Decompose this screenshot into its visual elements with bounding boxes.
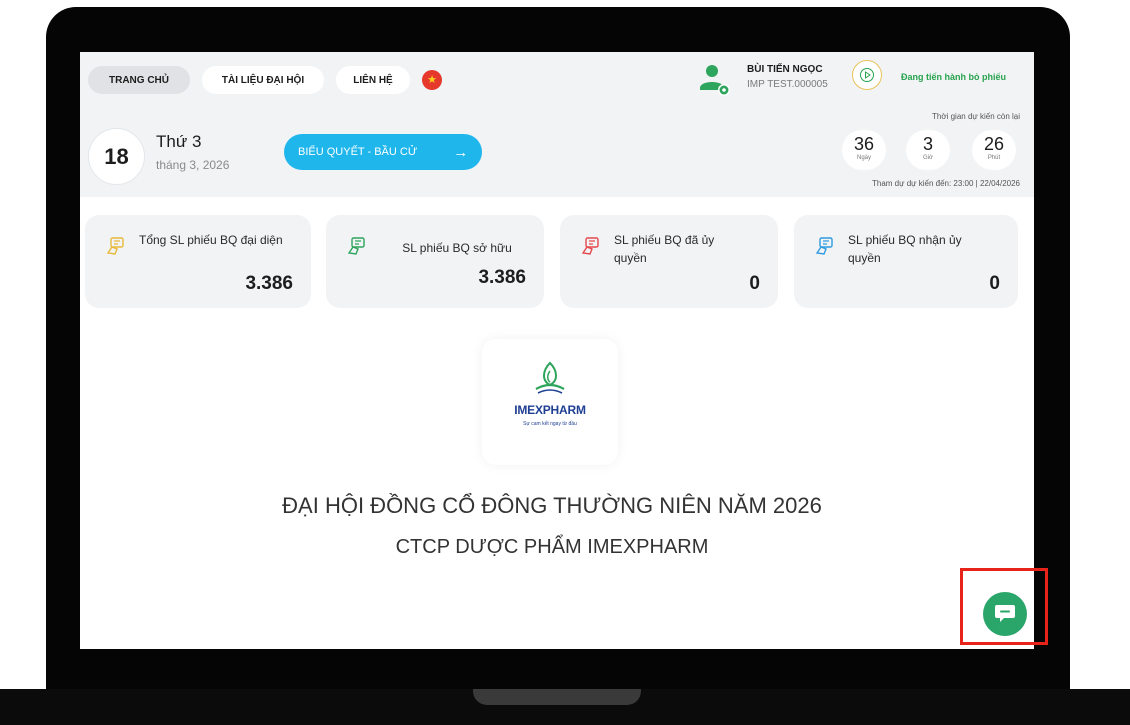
stat-label-total: Tổng SL phiếu BQ đại diện bbox=[139, 233, 283, 247]
play-icon[interactable] bbox=[852, 60, 882, 90]
laptop-notch bbox=[473, 689, 641, 705]
chat-bubble-icon bbox=[995, 605, 1015, 622]
countdown-days-unit: Ngày bbox=[856, 155, 871, 161]
header-panel: TRANG CHỦ TÀI LIỆU ĐẠI HỘI LIÊN HỆ ★ BÙI… bbox=[80, 52, 1034, 197]
countdown-title: Thời gian dự kiến còn lại bbox=[932, 112, 1020, 121]
nav-documents-tab[interactable]: TÀI LIỆU ĐẠI HỘI bbox=[202, 66, 324, 94]
voting-status: Đang tiến hành bỏ phiếu bbox=[901, 72, 1006, 82]
stat-card-received-votes: SL phiếu BQ nhận ủy quyền 0 bbox=[794, 215, 1018, 308]
imexpharm-logo-icon bbox=[535, 361, 565, 394]
countdown-minutes-unit: Phút bbox=[987, 155, 1001, 161]
date-month-year: tháng 3, 2026 bbox=[156, 158, 230, 172]
stat-value-delegated: 0 bbox=[749, 273, 760, 294]
ballot-hand-icon bbox=[106, 237, 124, 255]
stat-label-received: SL phiếu BQ nhận ủy quyền bbox=[848, 233, 962, 265]
nav-home-tab[interactable]: TRANG CHỦ bbox=[88, 66, 190, 94]
vietnam-flag-icon[interactable]: ★ bbox=[422, 70, 442, 90]
stat-value-owned: 3.386 bbox=[478, 267, 526, 288]
user-code: IMP TEST.000005 bbox=[747, 79, 828, 90]
countdown-days-value: 36 bbox=[853, 134, 875, 154]
countdown-minutes: 26 Phút bbox=[972, 130, 1016, 170]
countdown-hours-value: 3 bbox=[922, 134, 933, 154]
app-screen: TRANG CHỦ TÀI LIỆU ĐẠI HỘI LIÊN HỆ ★ BÙI… bbox=[80, 52, 1034, 649]
date-day: 18 bbox=[88, 128, 145, 185]
logo-text: IMEXPHARM bbox=[514, 403, 586, 417]
user-name: BÙI TIẾN NGỌC bbox=[747, 64, 823, 75]
vote-button-label: BIỂU QUYẾT - BẦU CỬ bbox=[298, 146, 418, 158]
company-logo: IMEXPHARM Sự cam kết ngay từ đầu bbox=[482, 339, 618, 465]
vote-election-button[interactable]: BIỂU QUYẾT - BẦU CỬ → bbox=[284, 134, 482, 170]
stat-label-owned: SL phiếu BQ sở hữu bbox=[402, 241, 512, 255]
countdown-hours: 3 Giờ bbox=[906, 130, 950, 170]
logo-tagline: Sự cam kết ngay từ đầu bbox=[523, 421, 577, 427]
ballot-hand-icon bbox=[581, 237, 599, 255]
company-name: CTCP DƯỢC PHẨM IMEXPHARM bbox=[395, 536, 709, 558]
stat-label-delegated: SL phiếu BQ đã ủy quyền bbox=[614, 233, 715, 265]
stage: TRANG CHỦ TÀI LIỆU ĐẠI HỘI LIÊN HỆ ★ BÙI… bbox=[0, 0, 1130, 725]
nav-contact-tab[interactable]: LIÊN HỆ bbox=[336, 66, 410, 94]
countdown-deadline: Tham dự dự kiến đến: 23:00 | 22/04/2026 bbox=[872, 179, 1020, 188]
ballot-hand-icon bbox=[815, 237, 833, 255]
date-weekday: Thứ 3 bbox=[156, 132, 202, 151]
stat-card-delegated-votes: SL phiếu BQ đã ủy quyền 0 bbox=[560, 215, 778, 308]
stat-card-total-votes: Tổng SL phiếu BQ đại diện 3.386 bbox=[85, 215, 311, 308]
countdown-minutes-value: 26 bbox=[983, 134, 1005, 154]
countdown-days: 36 Ngày bbox=[842, 130, 886, 170]
user-settings-icon[interactable] bbox=[697, 62, 733, 98]
stat-card-owned-votes: SL phiếu BQ sở hữu 3.386 bbox=[326, 215, 544, 308]
countdown-hours-unit: Giờ bbox=[923, 155, 933, 161]
stat-value-received: 0 bbox=[989, 273, 1000, 294]
stat-value-total: 3.386 bbox=[245, 273, 293, 294]
event-title: ĐẠI HỘI ĐỒNG CỔ ĐÔNG THƯỜNG NIÊN NĂM 202… bbox=[282, 493, 822, 518]
chat-button[interactable] bbox=[983, 592, 1027, 636]
arrow-right-icon: → bbox=[453, 143, 469, 161]
ballot-hand-icon bbox=[347, 237, 365, 255]
